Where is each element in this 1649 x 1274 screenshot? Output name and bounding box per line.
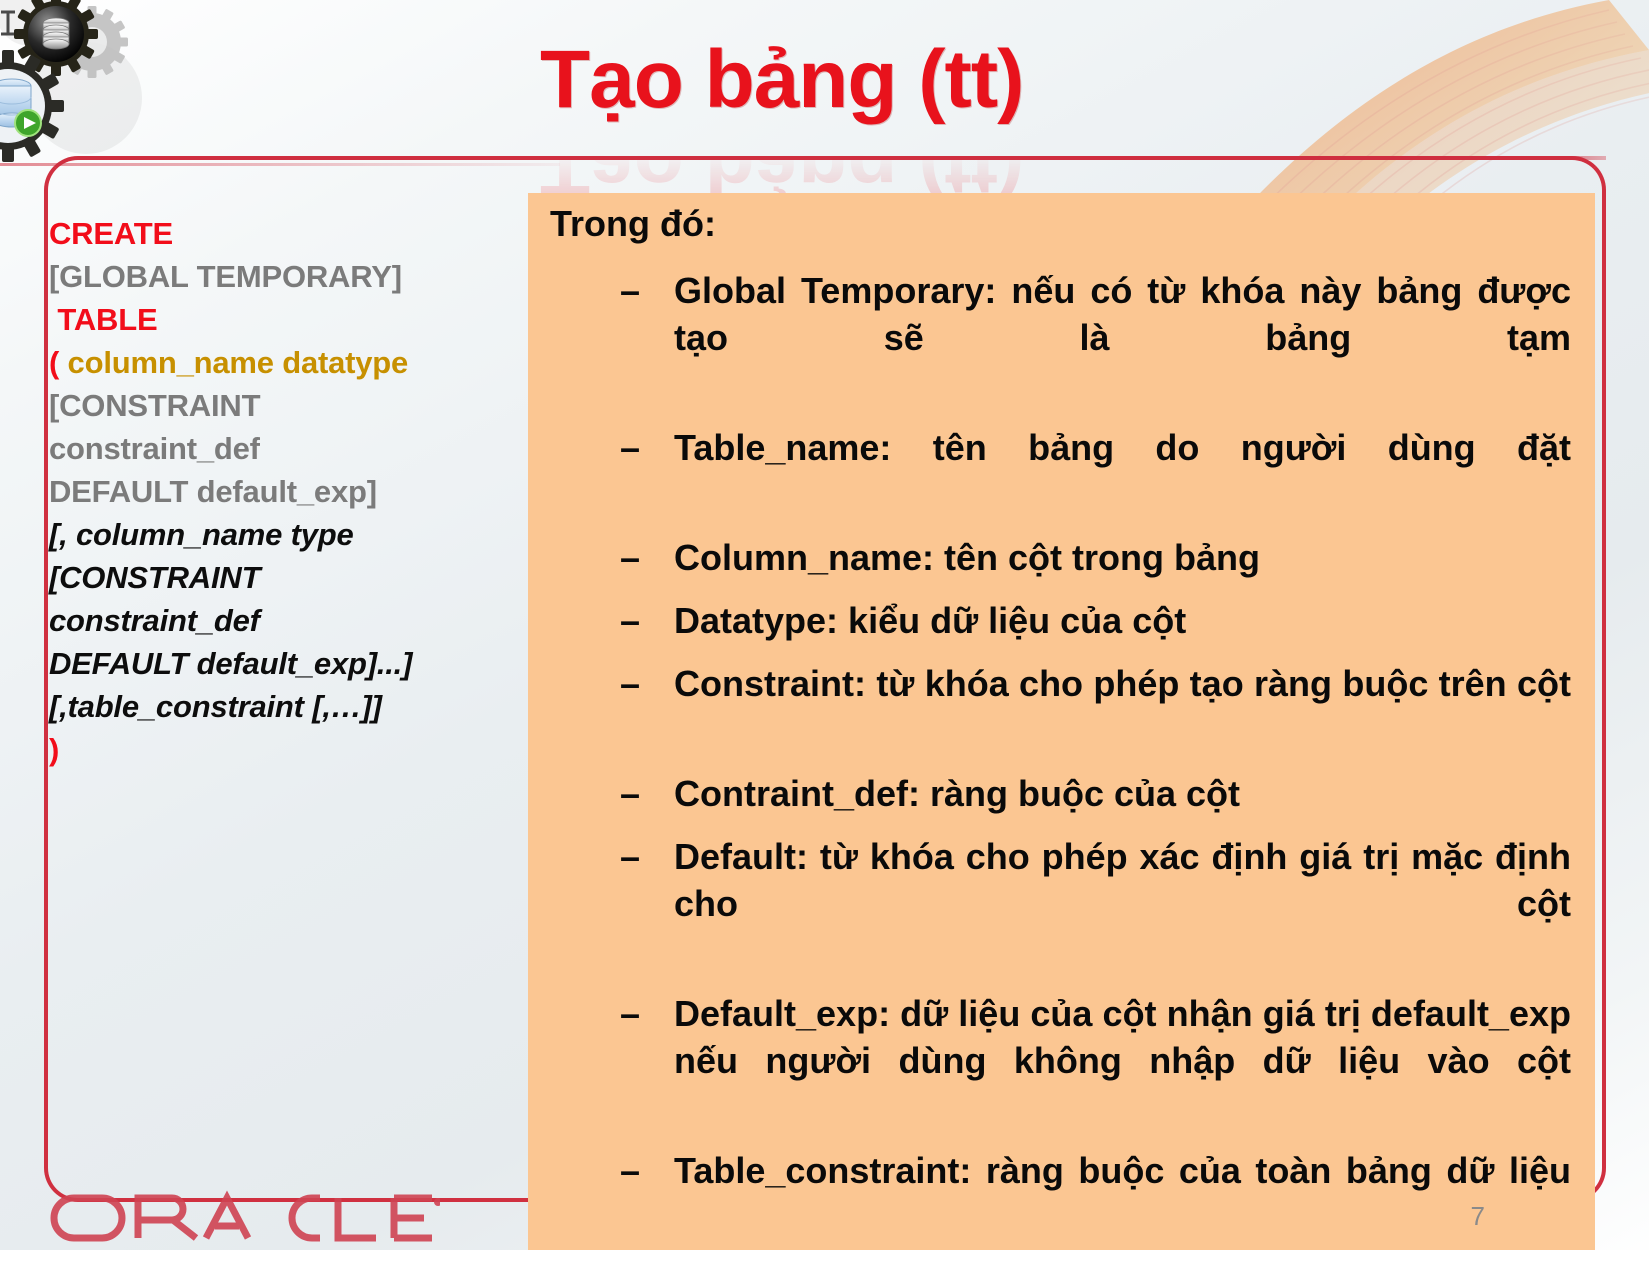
code-line-table: TABLE	[49, 302, 158, 337]
code-line-constraint-2: [CONSTRAINT	[49, 560, 261, 595]
code-line-column-name-datatype: ( column_name datatype	[49, 341, 519, 384]
slide-canvas: Tạo bảng (tt) Tạo bảng (tt) CREATE [GLOB…	[0, 0, 1649, 1274]
list-item-label: Table_name: tên bảng do người dùng đặt	[674, 427, 1571, 468]
bullet-dash-icon: –	[620, 1150, 641, 1191]
page-number: 7	[1470, 1201, 1485, 1231]
list-item-label: Default: từ khóa cho phép xác định giá t…	[674, 836, 1571, 924]
list-item-label: Default_exp: dữ liệu của cột nhận giá tr…	[674, 993, 1571, 1081]
code-line-constraint-def-1: constraint_def	[49, 431, 260, 466]
code-column-name-datatype: column_name datatype	[67, 345, 409, 380]
list-item: – Table_constraint: ràng buộc của toàn b…	[620, 1147, 1571, 1241]
code-line-constraint-def-2: constraint_def	[49, 603, 260, 638]
code-line-create: CREATE	[49, 216, 173, 251]
list-item: – Constraint: từ khóa cho phép tạo ràng …	[620, 660, 1571, 754]
list-item-label: Column_name: tên cột trong bảng	[674, 537, 1261, 578]
bullet-dash-icon: –	[620, 836, 641, 877]
panel-heading: Trong đó:	[550, 203, 716, 244]
code-line-column-name-type: [, column_name type	[49, 517, 354, 552]
page-title: Tạo bảng (tt)	[540, 34, 1024, 125]
code-line-table-constraint: [,table_constraint [,…]]	[49, 689, 382, 724]
list-item-label: Global Temporary: nếu có từ khóa này bản…	[674, 270, 1571, 358]
list-item: – Global Temporary: nếu có từ khóa này b…	[620, 267, 1571, 408]
slide-title-block: Tạo bảng (tt) Tạo bảng (tt)	[540, 30, 1160, 212]
bullet-dash-icon: –	[620, 270, 641, 311]
explanation-panel: Trong đó: – Global Temporary: nếu có từ …	[528, 193, 1595, 1256]
list-item: – Datatype: kiểu dữ liệu của cột	[620, 597, 1571, 644]
bullet-dash-icon: –	[620, 993, 641, 1034]
code-line-default-exp-1: DEFAULT default_exp]	[49, 474, 377, 509]
list-item-label: Table_constraint: ràng buộc của toàn bản…	[674, 1150, 1571, 1191]
code-open-paren: (	[49, 345, 68, 380]
list-item: – Column_name: tên cột trong bảng	[620, 534, 1571, 581]
code-line-close-paren: )	[49, 732, 60, 767]
list-item: – Default_exp: dữ liệu của cột nhận giá …	[620, 990, 1571, 1131]
list-item: – Table_name: tên bảng do người dùng đặt	[620, 424, 1571, 518]
code-line-constraint-1: [CONSTRAINT	[49, 388, 261, 423]
oracle-logo	[20, 1176, 442, 1252]
list-item: – Default: từ khóa cho phép xác định giá…	[620, 833, 1571, 974]
bullet-dash-icon: –	[620, 427, 641, 468]
list-item-label: Datatype: kiểu dữ liệu của cột	[674, 600, 1187, 641]
bullet-dash-icon: –	[620, 773, 641, 814]
bottom-white-band	[0, 1250, 1649, 1274]
list-item-label: Constraint: từ khóa cho phép tạo ràng bu…	[674, 663, 1571, 704]
create-table-syntax-block: CREATE [GLOBAL TEMPORARY] TABLE ( column…	[49, 212, 519, 771]
code-line-global-temporary: [GLOBAL TEMPORARY]	[49, 259, 402, 294]
bullet-dash-icon: –	[620, 663, 641, 704]
bullet-dash-icon: –	[620, 537, 641, 578]
bullet-dash-icon: –	[620, 600, 641, 641]
list-item: – Contraint_def: ràng buộc của cột	[620, 770, 1571, 817]
code-line-default-exp-2: DEFAULT default_exp]...]	[49, 646, 413, 681]
definition-list: – Global Temporary: nếu có từ khóa này b…	[620, 267, 1571, 1257]
list-item-label: Contraint_def: ràng buộc của cột	[674, 773, 1241, 814]
